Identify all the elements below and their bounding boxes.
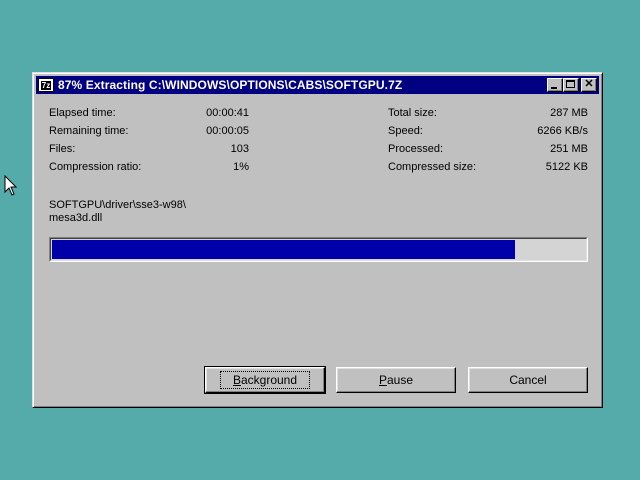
extract-progress-dialog: 7z 87% Extracting C:\WINDOWS\OPTIONS\CAB…	[32, 72, 603, 408]
remaining-time-label: Remaining time:	[49, 125, 129, 137]
maximize-button[interactable]	[563, 78, 579, 92]
pause-button[interactable]: Pause	[336, 367, 456, 393]
compressed-size-value: 5122 KB	[545, 161, 588, 173]
progress-bar-fill	[52, 240, 516, 259]
files-value: 103	[230, 143, 249, 155]
minimize-button[interactable]	[547, 78, 563, 92]
title-bar[interactable]: 7z 87% Extracting C:\WINDOWS\OPTIONS\CAB…	[36, 76, 599, 94]
background-button[interactable]: Background	[204, 366, 326, 394]
elapsed-time-value: 00:00:41	[206, 107, 249, 119]
elapsed-time-label: Elapsed time:	[49, 107, 116, 119]
current-file-path: SOFTGPU\driver\sse3-w98\ mesa3d.dll	[49, 199, 186, 225]
speed-label: Speed:	[388, 125, 423, 137]
close-icon: ✕	[584, 78, 594, 90]
compressed-size-label: Compressed size:	[388, 161, 477, 173]
progress-bar	[49, 237, 588, 262]
files-label: Files:	[49, 143, 76, 155]
cancel-button[interactable]: Cancel	[468, 367, 588, 393]
speed-value: 6266 KB/s	[537, 125, 588, 137]
processed-value: 251 MB	[550, 143, 588, 155]
current-file-name: mesa3d.dll	[49, 212, 103, 224]
close-button[interactable]: ✕	[581, 78, 597, 92]
maximize-icon	[566, 80, 575, 88]
compression-ratio-value: 1%	[233, 161, 249, 173]
total-size-value: 287 MB	[550, 107, 588, 119]
window-title: 87% Extracting C:\WINDOWS\OPTIONS\CABS\S…	[58, 78, 403, 92]
minimize-icon	[551, 87, 557, 89]
compression-ratio-label: Compression ratio:	[49, 161, 142, 173]
remaining-time-value: 00:00:05	[206, 125, 249, 137]
total-size-label: Total size:	[388, 107, 437, 119]
current-file-dir: SOFTGPU\driver\sse3-w98\	[49, 199, 186, 211]
processed-label: Processed:	[388, 143, 444, 155]
mouse-cursor-icon	[4, 175, 18, 196]
7zip-app-icon[interactable]: 7z	[38, 78, 54, 92]
